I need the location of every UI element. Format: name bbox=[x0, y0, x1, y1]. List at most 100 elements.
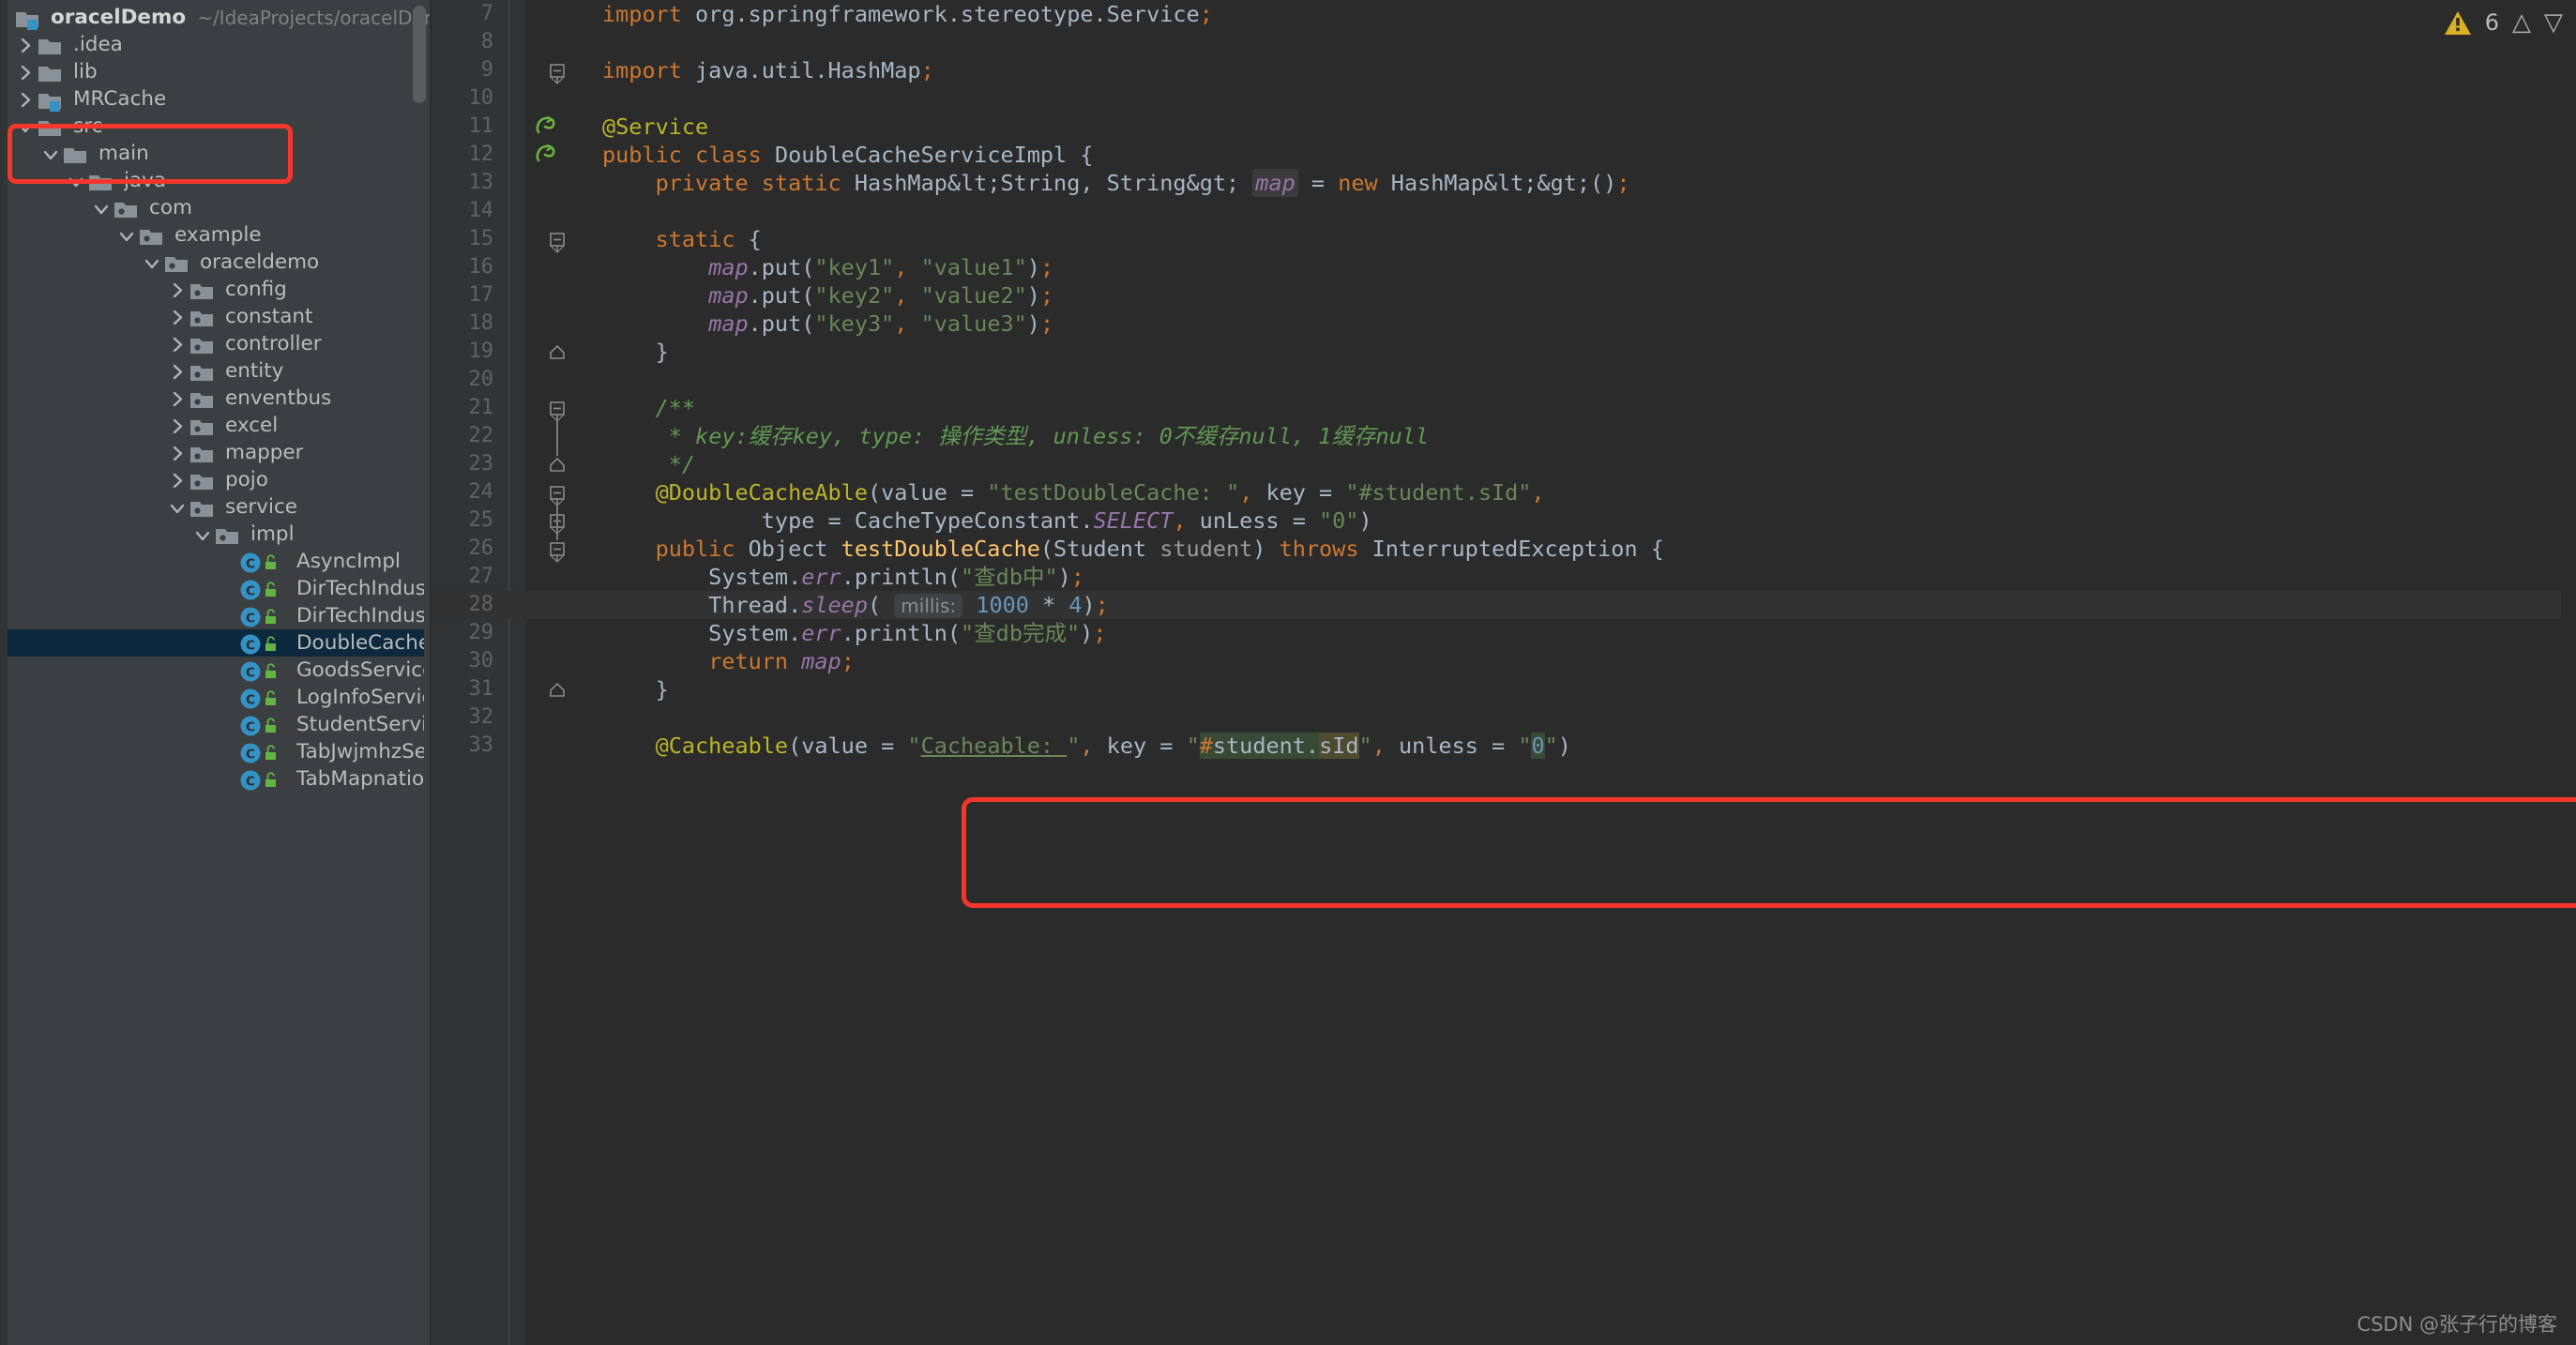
code-text-area[interactable]: 7 import org.springframework.stereotype.S… bbox=[432, 0, 2576, 1345]
tree-node-enventbus[interactable]: enventbus bbox=[8, 385, 424, 412]
fold-marker[interactable] bbox=[546, 675, 568, 703]
chevron-down-icon[interactable] bbox=[190, 524, 215, 545]
chevron-right-icon[interactable] bbox=[165, 280, 189, 300]
chevron-right-icon[interactable] bbox=[13, 89, 38, 110]
tree-node-mapper[interactable]: mapper bbox=[8, 439, 424, 466]
tree-node-tabmapnationser[interactable]: C TabMapnationSer bbox=[8, 765, 424, 793]
code-line[interactable]: 21 /** bbox=[432, 394, 2576, 422]
code-line[interactable]: 18 map.put("key3", "value3"); bbox=[432, 310, 2576, 338]
code-line[interactable]: 22 * key:缓存key, type: 操作类型, unless: 0不缓存… bbox=[432, 422, 2576, 450]
chevron-down-icon[interactable] bbox=[165, 497, 189, 518]
tree-node-impl[interactable]: impl bbox=[8, 521, 424, 548]
code-editor[interactable]: 7 import org.springframework.stereotype.S… bbox=[432, 0, 2576, 1345]
chevron-down-icon[interactable]: ▽ bbox=[2544, 10, 2563, 35]
tree-node-excel[interactable]: excel bbox=[8, 412, 424, 439]
tree-node-java[interactable]: java bbox=[8, 167, 424, 194]
spring-bean-gutter-icon[interactable] bbox=[533, 113, 559, 140]
sidebar-scrollbar-thumb[interactable] bbox=[413, 6, 426, 103]
chevron-down-icon[interactable] bbox=[38, 144, 63, 164]
chevron-up-icon[interactable]: △ bbox=[2512, 10, 2531, 35]
code-line[interactable]: 14 bbox=[432, 197, 2576, 225]
chevron-right-icon[interactable] bbox=[165, 443, 189, 463]
inspection-widget[interactable]: 6 △ ▽ bbox=[2444, 9, 2563, 36]
code-line[interactable]: 16 map.put("key1", "value1"); bbox=[432, 253, 2576, 281]
tree-node-goodsserviceimpl[interactable]: C GoodsServiceImpl bbox=[8, 657, 424, 684]
svg-text:C: C bbox=[246, 638, 255, 653]
code-line[interactable]: 15 static { bbox=[432, 225, 2576, 253]
chevron-down-icon[interactable] bbox=[89, 198, 114, 219]
code-line[interactable]: 29 System.err.println("查db完成"); bbox=[432, 619, 2576, 647]
fold-marker[interactable] bbox=[546, 56, 568, 84]
code-line[interactable]: 10 bbox=[432, 84, 2576, 113]
tree-node-pojo[interactable]: pojo bbox=[8, 466, 424, 493]
code-line[interactable]: 12 public class DoubleCacheServiceImpl { bbox=[432, 141, 2576, 169]
tree-node-doublecacheservi[interactable]: C DoubleCacheServi bbox=[8, 629, 424, 657]
chevron-down-icon[interactable] bbox=[140, 252, 164, 273]
chevron-down-icon[interactable] bbox=[64, 171, 88, 191]
code-line[interactable]: 26 public Object testDoubleCache(Student… bbox=[432, 535, 2576, 563]
tree-node-mrcache[interactable]: MRCache bbox=[8, 85, 424, 113]
code-line[interactable]: 19 } bbox=[432, 338, 2576, 366]
tree-node-constant[interactable]: constant bbox=[8, 303, 424, 330]
editor-scrollbar[interactable] bbox=[2561, 0, 2576, 1345]
code-line[interactable]: 33 @Cacheable(value = "Cacheable: ", key… bbox=[432, 732, 2576, 760]
code-line[interactable]: 20 bbox=[432, 366, 2576, 394]
tree-node--idea[interactable]: .idea bbox=[8, 31, 424, 58]
line-number: 15 bbox=[468, 227, 494, 250]
sidebar-scrollbar-track[interactable] bbox=[413, 0, 426, 1345]
code-line[interactable]: 8 bbox=[432, 28, 2576, 56]
chevron-right-icon[interactable] bbox=[165, 307, 189, 327]
code-line[interactable]: 32 bbox=[432, 703, 2576, 732]
tree-node-dirtechindustryo[interactable]: C DirTechIndustryO bbox=[8, 575, 424, 602]
code-line[interactable]: 23 */ bbox=[432, 450, 2576, 478]
chevron-right-icon[interactable] bbox=[165, 334, 189, 355]
project-tool-window[interactable]: oracelDemo ~/IdeaProjects/oracelDemo .idea… bbox=[0, 0, 432, 1345]
chevron-right-icon[interactable] bbox=[165, 388, 189, 409]
tree-node-entity[interactable]: entity bbox=[8, 357, 424, 385]
package-folder-icon bbox=[189, 470, 218, 491]
code-line[interactable]: 11 @Service bbox=[432, 113, 2576, 141]
tree-node-dirtechindustrys[interactable]: C DirTechIndustryS bbox=[8, 602, 424, 629]
tree-node-controller[interactable]: controller bbox=[8, 330, 424, 357]
project-root-node[interactable]: oracelDemo ~/IdeaProjects/oracelDemo bbox=[8, 4, 432, 31]
code-line[interactable]: 30 return map; bbox=[432, 647, 2576, 675]
chevron-right-icon[interactable] bbox=[13, 35, 38, 55]
tree-node-service[interactable]: service bbox=[8, 493, 424, 521]
tree-node-label: StudentServiceImp bbox=[296, 713, 424, 736]
code-line[interactable]: 9 import java.util.HashMap; bbox=[432, 56, 2576, 84]
chevron-right-icon[interactable] bbox=[165, 361, 189, 382]
chevron-down-icon[interactable] bbox=[114, 225, 139, 246]
spring-bean-gutter-icon[interactable] bbox=[533, 142, 559, 168]
code-line-text: } bbox=[602, 339, 669, 365]
fold-marker[interactable] bbox=[546, 338, 568, 366]
tree-node-label: DirTechIndustryO bbox=[296, 577, 424, 600]
tree-node-asyncimpl[interactable]: C AsyncImpl bbox=[8, 548, 424, 575]
tree-node-label: MRCache bbox=[73, 87, 167, 111]
tree-node-lib[interactable]: lib bbox=[8, 58, 424, 85]
tree-node-com[interactable]: com bbox=[8, 194, 424, 221]
code-line[interactable]: 24 @DoubleCacheAble(value = "testDoubleC… bbox=[432, 478, 2576, 506]
fold-marker[interactable] bbox=[546, 225, 568, 253]
chevron-right-icon[interactable] bbox=[165, 470, 189, 491]
line-number: 28 bbox=[468, 593, 494, 616]
code-line[interactable]: 31 } bbox=[432, 675, 2576, 703]
code-line[interactable]: 28 Thread.sleep( millis: 1000 * 4); bbox=[432, 591, 2576, 619]
tree-node-studentserviceimp[interactable]: C StudentServiceImp bbox=[8, 711, 424, 738]
tree-node-config[interactable]: config bbox=[8, 276, 424, 303]
code-line[interactable]: 7 import org.springframework.stereotype.S… bbox=[432, 0, 2576, 28]
code-line[interactable]: 17 map.put("key2", "value2"); bbox=[432, 281, 2576, 310]
tree-node-oraceldemo[interactable]: oraceldemo bbox=[8, 249, 424, 276]
tree-node-main[interactable]: main bbox=[8, 140, 424, 167]
code-line[interactable]: 25 type = CacheTypeConstant.SELECT, unLe… bbox=[432, 506, 2576, 535]
chevron-down-icon[interactable] bbox=[13, 116, 38, 137]
tool-window-stripe bbox=[0, 0, 8, 1345]
code-line[interactable]: 13 private static HashMap&lt;String, Str… bbox=[432, 169, 2576, 197]
tree-node-example[interactable]: example bbox=[8, 221, 424, 249]
package-folder-icon bbox=[189, 280, 218, 300]
code-line[interactable]: 27 System.err.println("查db中"); bbox=[432, 563, 2576, 591]
tree-node-loginfoserviceimp[interactable]: C LogInfoServiceImp bbox=[8, 684, 424, 711]
tree-node-src[interactable]: src bbox=[8, 113, 424, 140]
chevron-right-icon[interactable] bbox=[165, 416, 189, 436]
chevron-right-icon[interactable] bbox=[13, 62, 38, 83]
tree-node-tabjwjmhzservice[interactable]: C TabJwjmhzService bbox=[8, 738, 424, 765]
